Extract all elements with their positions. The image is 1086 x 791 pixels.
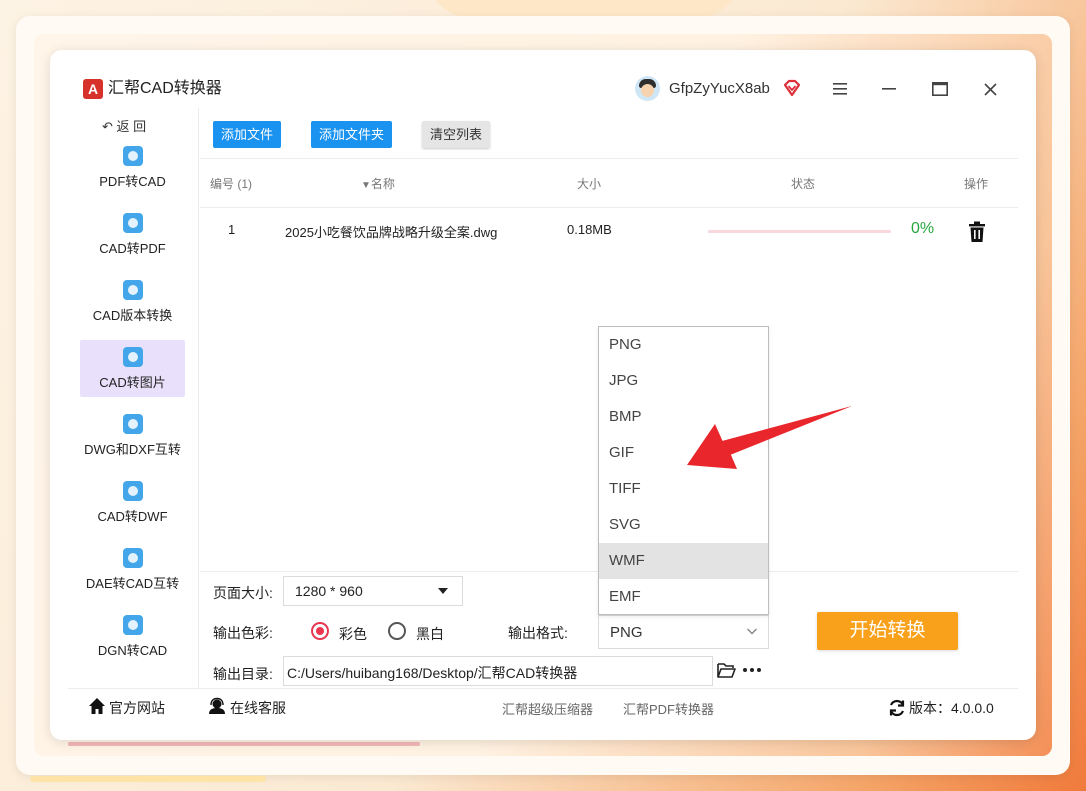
row-file-size: 0.18MB: [567, 222, 612, 237]
back-arrow-icon: ↶: [102, 119, 117, 134]
username[interactable]: GfpZyYucX8ab: [669, 79, 770, 99]
format-option-png[interactable]: PNG: [599, 327, 768, 363]
sidebar-item-label: DAE转CAD互转: [85, 576, 180, 591]
home-icon: [89, 698, 105, 714]
sidebar-item-cad-to-pdf[interactable]: CAD转PDF: [80, 209, 185, 266]
sidebar-item-cad-to-image[interactable]: CAD转图片: [80, 340, 185, 397]
title-bar: A 汇帮CAD转换器 GfpZyYucX8ab: [50, 50, 1036, 108]
sidebar-item-pdf-to-cad[interactable]: PDF转CAD: [80, 142, 185, 199]
sidebar-item-label: CAD转PDF: [99, 241, 166, 256]
bw-option-label[interactable]: 黑白: [416, 624, 444, 644]
dgn-to-cad-icon: [123, 615, 143, 635]
decor-bar: [30, 776, 266, 782]
page-size-label: 页面大小:: [213, 585, 273, 601]
sidebar-item-cad-to-dwf[interactable]: CAD转DWF: [80, 477, 185, 534]
sidebar-divider: [198, 108, 199, 688]
output-dir-label: 输出目录:: [213, 666, 273, 682]
format-option-gif[interactable]: GIF: [599, 435, 768, 471]
dwg-dxf-icon: [123, 414, 143, 434]
format-option-emf[interactable]: EMF: [599, 579, 768, 615]
app-logo-icon: A: [83, 79, 103, 99]
format-option-svg[interactable]: SVG: [599, 507, 768, 543]
avatar-icon[interactable]: [635, 76, 660, 101]
caret-down-icon: [438, 588, 448, 594]
close-icon[interactable]: [977, 76, 1003, 102]
format-value: PNG: [610, 624, 643, 641]
more-icon[interactable]: [742, 662, 762, 678]
progress-bar: [708, 230, 891, 233]
format-select[interactable]: PNG: [598, 615, 769, 649]
version-label: 版本：4.0.0.0: [909, 700, 994, 716]
progress-percent: 0%: [911, 220, 935, 237]
color-label: 输出色彩:: [213, 625, 273, 641]
output-dir-field[interactable]: C:/Users/huibang168/Desktop/汇帮CAD转换器: [283, 656, 713, 686]
refresh-icon[interactable]: [888, 699, 906, 717]
cad-to-dwf-icon: [123, 481, 143, 501]
sidebar-item-label: DGN转CAD: [97, 643, 168, 658]
header-status: 状态: [791, 177, 816, 191]
color-radio[interactable]: [311, 622, 329, 640]
cad-to-image-icon: [123, 347, 143, 367]
format-label: 输出格式:: [508, 625, 568, 641]
format-option-tiff[interactable]: TIFF: [599, 471, 768, 507]
pdf-converter-link[interactable]: 汇帮PDF转换器: [623, 699, 714, 718]
sidebar-item-label: DWG和DXF互转: [84, 442, 181, 457]
list-header: 编号 (1) ▼名称 大小 状态 操作: [200, 158, 1018, 208]
sidebar-item-dae-cad[interactable]: DAE转CAD互转: [80, 544, 185, 601]
clear-list-button[interactable]: 清空列表: [422, 121, 491, 148]
pdf-to-cad-icon: [123, 146, 143, 166]
output-dir-value: C:/Users/huibang168/Desktop/汇帮CAD转换器: [287, 665, 578, 681]
sidebar-item-dwg-dxf[interactable]: DWG和DXF互转: [80, 410, 185, 467]
sidebar-item-label: CAD版本转换: [92, 308, 173, 323]
headset-icon: [209, 697, 225, 714]
header-action: 操作: [964, 177, 989, 191]
format-option-jpg[interactable]: JPG: [599, 363, 768, 399]
table-row[interactable]: 1 2025小吃餐饮品牌战略升级全案.dwg 0.18MB 0%: [200, 206, 1018, 258]
dae-cad-icon: [123, 548, 143, 568]
color-option-label[interactable]: 彩色: [339, 624, 367, 644]
sort-caret-icon: ▼: [361, 180, 371, 191]
vip-diamond-icon[interactable]: [781, 78, 803, 100]
online-support-link[interactable]: 在线客服: [230, 698, 286, 718]
app-window: A 汇帮CAD转换器 GfpZyYucX8ab ↶ 返 回 PDF转CAD CA…: [50, 50, 1036, 740]
sidebar-item-cad-version[interactable]: CAD版本转换: [80, 276, 185, 333]
page-size-select[interactable]: 1280 * 960: [283, 576, 463, 606]
sidebar-item-label: CAD转图片: [99, 375, 166, 390]
bw-radio[interactable]: [388, 622, 406, 640]
folder-open-icon[interactable]: [717, 662, 736, 679]
format-option-wmf[interactable]: WMF: [599, 543, 768, 579]
decor-bar: [68, 742, 420, 746]
add-folder-button[interactable]: 添加文件夹: [311, 121, 393, 148]
row-index: 1: [228, 222, 236, 237]
back-button[interactable]: ↶ 返 回: [102, 116, 146, 135]
official-website-link[interactable]: 官方网站: [109, 698, 165, 718]
sidebar-item-dgn-to-cad[interactable]: DGN转CAD: [80, 611, 185, 668]
header-index[interactable]: 编号 (1): [210, 175, 252, 192]
sidebar: ↶ 返 回 PDF转CAD CAD转PDF CAD版本转换 CAD转图片 DWG…: [68, 108, 198, 688]
minimize-icon[interactable]: [876, 76, 902, 102]
compressor-link[interactable]: 汇帮超级压缩器: [502, 699, 593, 718]
chevron-down-icon: [746, 628, 758, 635]
page-size-value: 1280 * 960: [295, 583, 363, 599]
header-size[interactable]: 大小: [577, 175, 601, 192]
footer-divider: [68, 688, 1018, 689]
cad-version-icon: [123, 280, 143, 300]
add-file-button[interactable]: 添加文件: [213, 121, 282, 148]
menu-icon[interactable]: [827, 76, 853, 102]
format-dropdown: PNG JPG BMP GIF TIFF SVG WMF EMF: [598, 326, 769, 615]
row-file-name: 2025小吃餐饮品牌战略升级全案.dwg: [285, 225, 498, 240]
trash-icon[interactable]: [967, 221, 987, 243]
sidebar-item-label: CAD转DWF: [97, 509, 168, 524]
cad-to-pdf-icon: [123, 213, 143, 233]
maximize-icon[interactable]: [927, 76, 953, 102]
header-name[interactable]: ▼名称: [361, 175, 395, 192]
start-convert-button[interactable]: 开始转换: [817, 612, 958, 650]
format-option-bmp[interactable]: BMP: [599, 399, 768, 435]
app-title: 汇帮CAD转换器: [108, 80, 222, 97]
sidebar-item-label: PDF转CAD: [99, 174, 166, 189]
